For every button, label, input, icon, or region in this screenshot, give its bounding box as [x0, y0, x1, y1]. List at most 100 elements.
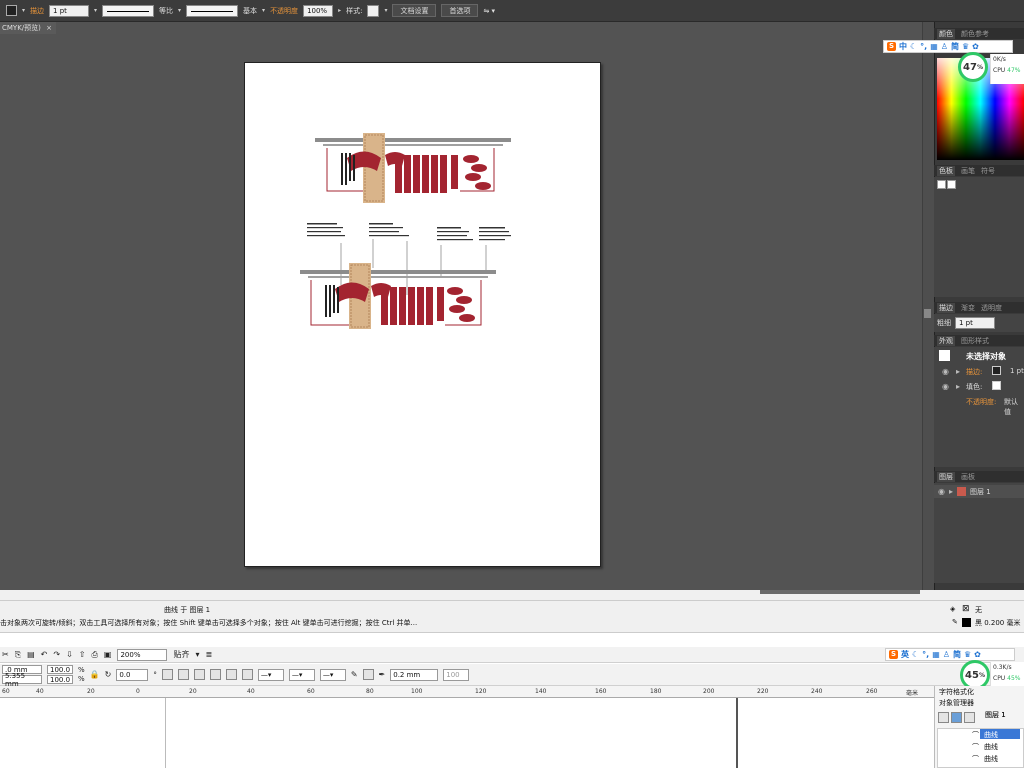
zoom-level-select[interactable]: 200% [117, 648, 168, 661]
tab-stroke[interactable]: 描边 [937, 302, 955, 313]
ime-simp[interactable]: 简 [953, 649, 961, 660]
ime-toolbar[interactable]: S 英 ☾ °, ▦ ♙ 简 ♛ ✿ [885, 648, 1015, 661]
punct-icon[interactable]: °, [920, 42, 927, 51]
chevron-right-icon[interactable]: ▸ [338, 7, 341, 14]
import-icon[interactable]: ⇩ [66, 650, 73, 659]
corel-drawing-area[interactable] [0, 698, 934, 768]
tab-layers[interactable]: 图层 [937, 471, 955, 482]
tab-color[interactable]: 颜色 [937, 28, 955, 39]
chevron-right-icon[interactable]: ▸ [956, 367, 960, 376]
opacity-label[interactable]: 不透明度 [270, 6, 298, 16]
wrap-text-icon[interactable] [362, 669, 374, 680]
stroke-weight-field[interactable]: 1 pt [49, 4, 90, 17]
brush-definition[interactable] [186, 4, 239, 17]
tab-transparency[interactable]: 透明度 [981, 303, 1002, 313]
user-icon[interactable]: ♙ [943, 650, 950, 659]
docker-title-char[interactable]: 字符格式化 [939, 687, 974, 697]
appearance-stroke-label[interactable]: 描边: [966, 367, 982, 377]
scale-x-field[interactable]: 100.0 [47, 665, 73, 674]
moon-icon[interactable]: ☾ [910, 42, 917, 51]
keyboard-icon[interactable]: ▦ [930, 42, 938, 51]
export-icon[interactable]: ⇧ [79, 650, 86, 659]
shirt-icon[interactable]: ♛ [962, 42, 969, 51]
tab-gradient[interactable]: 渐变 [961, 303, 975, 313]
snap-label[interactable]: 贴齐 [173, 649, 189, 660]
tree-item-curve[interactable]: 曲线 [984, 730, 998, 740]
tab-swatches[interactable]: 色板 [937, 165, 955, 176]
layer-manager-icon[interactable] [964, 712, 975, 723]
chevron-right-icon[interactable]: ▸ [949, 487, 953, 496]
weld-icon[interactable] [209, 669, 221, 680]
publish-icon[interactable]: ▣ [104, 650, 112, 659]
smoothing-field[interactable]: 100 [443, 668, 470, 681]
cut-icon[interactable]: ✂ [2, 650, 9, 659]
outline-color-swatch[interactable] [962, 618, 971, 627]
tab-graphic-styles[interactable]: 图形样式 [961, 336, 989, 346]
stroke-color-swatch[interactable] [6, 5, 17, 16]
edit-across-layers-icon[interactable] [951, 712, 962, 723]
line-style-select[interactable]: —▾ [288, 668, 315, 681]
no-fill-icon[interactable]: ⊠ [962, 604, 970, 614]
stroke-label[interactable]: 描边 [30, 6, 44, 16]
eye-icon[interactable]: ◉ [942, 382, 949, 391]
ime-mode[interactable]: 英 [901, 649, 909, 660]
layer-row[interactable]: ◉ ▸ 图层 1 [934, 485, 1024, 498]
tab-color-guide[interactable]: 颜色参考 [961, 29, 989, 39]
wall-design-artwork[interactable] [245, 63, 602, 568]
punct-icon[interactable]: °, [922, 650, 929, 659]
rotation-field[interactable]: 0.0 [116, 668, 149, 681]
stroke-swatch[interactable] [992, 366, 1001, 375]
paste-icon[interactable]: ▤ [27, 650, 35, 659]
tree-layer[interactable]: 图层 1 [985, 710, 1006, 720]
cpu-gauge[interactable]: 47% [958, 52, 988, 82]
registration-swatch[interactable] [947, 180, 956, 189]
snap-icon[interactable] [193, 669, 205, 680]
appearance-fill-label[interactable]: 填色: [966, 382, 982, 392]
scale-y-field[interactable]: 100.0 [47, 675, 73, 684]
ime-simp[interactable]: 简 [951, 41, 959, 52]
outline-pen-icon[interactable]: ✒ [379, 670, 386, 679]
tree-item-curve[interactable]: 曲线 [984, 754, 998, 764]
chevron-right-icon[interactable]: ▸ [956, 382, 960, 391]
graphic-style-swatch[interactable] [367, 4, 380, 17]
tab-appearance[interactable]: 外观 [937, 335, 955, 346]
intersect-icon[interactable] [241, 669, 253, 680]
keyboard-icon[interactable]: ▦ [932, 650, 940, 659]
user-icon[interactable]: ♙ [941, 42, 948, 51]
outline-width-select[interactable]: 0.2 mm [390, 668, 439, 681]
pen-icon[interactable]: ✎ [952, 618, 958, 626]
undo-icon[interactable]: ↶ [41, 650, 48, 659]
horizontal-ruler[interactable]: 60 40 20 0 20 40 60 80 100 120 140 160 1… [0, 686, 934, 698]
mirror-h-icon[interactable] [161, 669, 173, 680]
eye-icon[interactable]: ◉ [938, 487, 945, 496]
lock-ratio-icon[interactable]: 🔒 [90, 670, 100, 679]
chevron-down-icon[interactable]: ▾ [178, 7, 181, 14]
vertical-scrollbar[interactable] [922, 22, 934, 590]
scroll-thumb[interactable] [924, 309, 931, 318]
options-icon[interactable]: ≣ [205, 650, 212, 659]
moon-icon[interactable]: ☾ [912, 650, 919, 659]
chevron-down-icon[interactable]: ▾ [94, 7, 97, 14]
close-icon[interactable]: × [46, 24, 52, 32]
stroke-weight-input[interactable]: 1 pt [955, 317, 995, 329]
fill-icon[interactable]: ◈ [950, 605, 955, 613]
chevron-down-icon[interactable]: ▾ [22, 7, 25, 14]
chevron-down-icon[interactable]: ▾ [195, 650, 199, 659]
tab-brushes[interactable]: 画笔 [961, 166, 975, 176]
artboard[interactable] [244, 62, 601, 567]
document-tab[interactable]: CMYK/预览) × [0, 22, 56, 34]
variable-width-profile[interactable] [102, 4, 155, 17]
fill-swatch[interactable] [992, 381, 1001, 390]
document-setup-button[interactable]: 文档设置 [392, 4, 437, 17]
appearance-opacity-label[interactable]: 不透明度: [966, 397, 996, 407]
gear-icon[interactable]: ✿ [974, 650, 981, 659]
height-field[interactable]: 5.355 mm [2, 672, 42, 688]
horizontal-scroll-thumb[interactable] [760, 590, 920, 594]
rotate-icon[interactable]: ↻ [105, 670, 112, 679]
arrange-documents-icon[interactable]: ⇋ ▾ [483, 7, 495, 15]
shirt-icon[interactable]: ♛ [964, 650, 971, 659]
chevron-down-icon[interactable]: ▾ [384, 7, 387, 14]
trim-icon[interactable] [225, 669, 237, 680]
redo-icon[interactable]: ↷ [53, 650, 60, 659]
docker-title-obj[interactable]: 对象管理器 [939, 698, 974, 708]
